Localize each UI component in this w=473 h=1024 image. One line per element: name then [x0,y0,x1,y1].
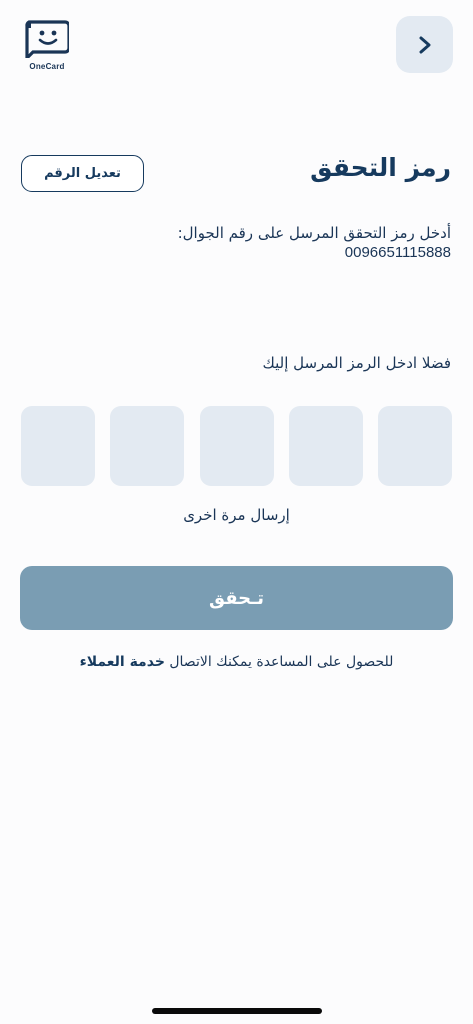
chevron-right-icon [419,36,430,53]
back-button[interactable] [396,16,453,73]
otp-prompt: فضلا ادخل الرمز المرسل إليك [262,354,451,372]
page-title: رمز التحقق [310,153,451,182]
help-text-label: للحصول على المساعدة يمكنك الاتصال [169,654,394,670]
verify-button[interactable]: تـحقق [20,566,453,630]
otp-digit-2[interactable] [288,406,363,486]
onecard-smiley-icon [25,18,69,58]
home-indicator [152,1008,322,1014]
otp-input-group [21,406,452,486]
otp-digit-3[interactable] [199,406,274,486]
instruction-text: أدخل رمز التحقق المرسل على رقم الجوال: [177,224,451,242]
resend-code-link[interactable]: إرسال مرة اخرى [0,506,473,524]
otp-digit-1[interactable] [378,406,452,486]
otp-digit-4[interactable] [110,406,185,486]
customer-service-link[interactable]: خدمة العملاء [80,654,165,670]
phone-number: 0096651115888 [344,244,451,261]
otp-digit-5[interactable] [21,406,95,486]
logo-text: OneCard [29,62,65,71]
edit-number-button[interactable]: تعديل الرقم [21,155,144,192]
onecard-logo: OneCard [20,18,74,71]
help-text: للحصول على المساعدة يمكنك الاتصال خدمة ا… [0,654,473,670]
